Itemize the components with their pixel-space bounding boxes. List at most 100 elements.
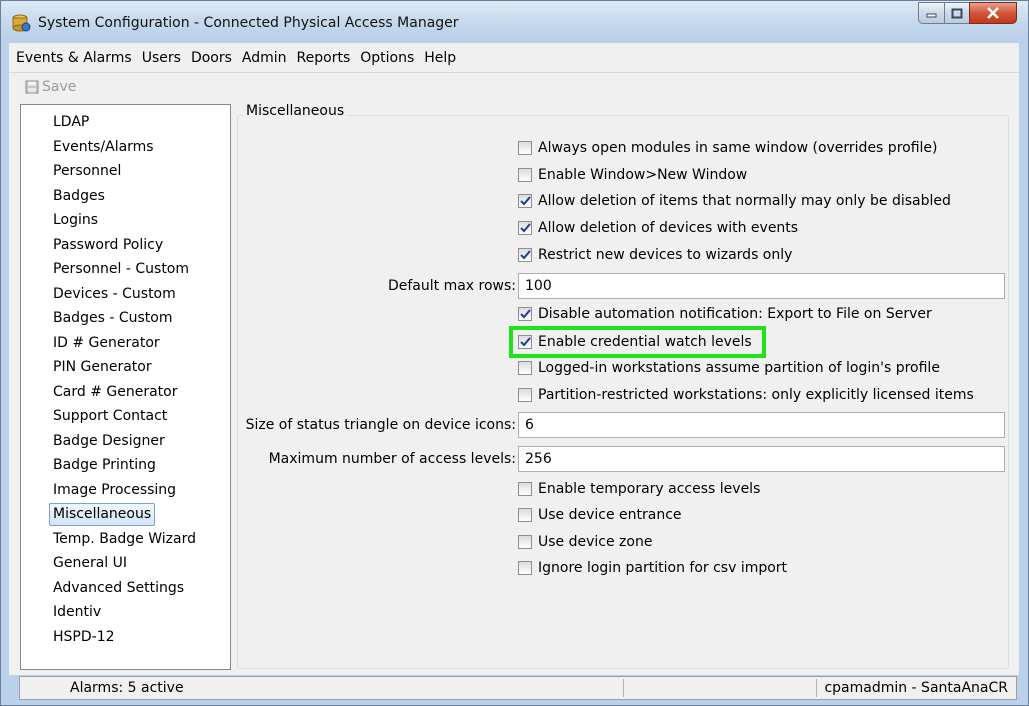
checkbox-checked-icon[interactable]	[518, 194, 532, 208]
checkbox-label: Allow deletion of items that normally ma…	[538, 193, 951, 209]
nav-item-personnel[interactable]: Personnel	[21, 159, 230, 184]
checkbox-ignore-login-partition-for-csv-import[interactable]: Ignore login partition for csv import	[518, 557, 787, 579]
checkbox-enable-temporary-access-levels[interactable]: Enable temporary access levels	[518, 478, 760, 500]
checkbox-unchecked-icon[interactable]	[518, 508, 532, 522]
minimize-button[interactable]	[918, 2, 945, 24]
nav-item-label: Devices - Custom	[53, 285, 176, 302]
nav-item-image-processing[interactable]: Image Processing	[21, 478, 230, 503]
app-window: System Configuration - Connected Physica…	[0, 0, 1029, 706]
settings-category-list[interactable]: LDAP Events/Alarms Personnel Badges Logins Pa…	[20, 104, 231, 670]
nav-item-label: Badges	[53, 187, 105, 204]
status-user: cpamadmin - SantaAnaCR	[824, 680, 1008, 696]
maximize-button[interactable]	[944, 2, 970, 24]
close-icon	[987, 7, 999, 19]
default-max-rows-label: Default max rows:	[387, 278, 516, 294]
checkbox-label: Ignore login partition for csv import	[538, 560, 788, 576]
nav-item-identiv[interactable]: Identiv	[21, 600, 230, 625]
nav-item-ldap[interactable]: LDAP	[21, 110, 230, 135]
nav-item-pin-generator[interactable]: PIN Generator	[21, 355, 230, 380]
nav-item-label: General UI	[53, 555, 127, 571]
status-divider	[623, 679, 624, 697]
nav-item-advanced-settings[interactable]: Advanced Settings	[21, 576, 230, 601]
nav-item-label: Identiv	[53, 604, 102, 620]
menu-reports[interactable]: Reports	[292, 50, 356, 66]
checkbox-label: Use device entrance	[538, 507, 682, 523]
checkbox-label: Partition-restricted workstations: only …	[538, 387, 974, 403]
nav-item-label: Events/Alarms	[53, 138, 154, 155]
nav-item-password-policy[interactable]: Password Policy	[21, 233, 230, 258]
checkbox-partition-restricted-workstations-only-e[interactable]: Partition-restricted workstations: only …	[518, 384, 974, 406]
max-access-levels-input[interactable]: 256	[518, 446, 1005, 472]
checkbox-unchecked-icon[interactable]	[518, 141, 532, 155]
main-area: LDAP Events/Alarms Personnel Badges Logins Pa…	[9, 101, 1019, 675]
checkbox-disable-automation-notification-export-t[interactable]: Disable automation notification: Export …	[518, 303, 932, 325]
nav-item-support-contact[interactable]: Support Contact	[21, 404, 230, 429]
menu-doors[interactable]: Doors	[186, 50, 237, 66]
status-triangle-size-input[interactable]: 6	[518, 412, 1005, 438]
nav-item-badges-custom[interactable]: Badges - Custom	[21, 306, 230, 331]
minimize-icon	[926, 13, 936, 18]
nav-item-id-generator[interactable]: ID # Generator	[21, 331, 230, 356]
checkbox-label: Enable temporary access levels	[538, 481, 761, 497]
menu-help[interactable]: Help	[419, 50, 461, 66]
nav-item-label: ID # Generator	[53, 334, 160, 351]
checkbox-checked-icon[interactable]	[518, 248, 532, 262]
nav-item-personnel-custom[interactable]: Personnel - Custom	[21, 257, 230, 282]
checkbox-restrict-new-devices-to-wizards-only[interactable]: Restrict new devices to wizards only	[518, 244, 792, 266]
save-button[interactable]: Save	[25, 79, 76, 95]
nav-item-label: Card # Generator	[53, 383, 178, 400]
database-app-icon	[12, 14, 31, 32]
status-divider	[816, 679, 817, 697]
checkbox-unchecked-icon[interactable]	[518, 535, 532, 549]
menu-users[interactable]: Users	[137, 50, 186, 66]
checkbox-label: Allow deletion of devices with events	[538, 220, 799, 236]
checkbox-label: Enable Window>New Window	[538, 167, 748, 183]
nav-item-label: Personnel	[53, 163, 122, 179]
checkbox-enable-window-new-window[interactable]: Enable Window>New Window	[518, 164, 747, 186]
checkbox-logged-in-workstations-assume-partition-[interactable]: Logged-in workstations assume partition …	[518, 357, 940, 379]
default-max-rows-input[interactable]: 100	[518, 273, 1005, 299]
checkbox-allow-deletion-of-items-that-normally-ma[interactable]: Allow deletion of items that normally ma…	[518, 190, 951, 212]
menu-bar: Events & Alarms Users Doors Admin Report…	[9, 43, 1019, 73]
highlight-annotation	[509, 326, 766, 358]
title-bar[interactable]: System Configuration - Connected Physica…	[1, 1, 1028, 43]
nav-item-label: HSPD-12	[53, 628, 115, 645]
nav-item-events-alarms[interactable]: Events/Alarms	[21, 135, 230, 160]
nav-item-badges[interactable]: Badges	[21, 184, 230, 209]
nav-item-temp-badge-wizard[interactable]: Temp. Badge Wizard	[21, 527, 230, 552]
toolbar: Save	[9, 73, 1019, 101]
max-access-levels-label: Maximum number of access levels:	[268, 451, 516, 467]
menu-options[interactable]: Options	[355, 50, 419, 66]
status-triangle-size-label: Size of status triangle on device icons:	[245, 417, 516, 433]
nav-item-label: Badge Designer	[53, 432, 165, 449]
nav-item-card-generator[interactable]: Card # Generator	[21, 380, 230, 405]
nav-item-miscellaneous[interactable]: Miscellaneous	[21, 502, 230, 527]
checkbox-unchecked-icon[interactable]	[518, 361, 532, 375]
checkbox-unchecked-icon[interactable]	[518, 482, 532, 496]
nav-item-hspd-12[interactable]: HSPD-12	[21, 625, 230, 650]
checkbox-checked-icon[interactable]	[518, 307, 532, 321]
checkbox-use-device-zone[interactable]: Use device zone	[518, 531, 652, 553]
nav-item-label: Temp. Badge Wizard	[53, 530, 196, 547]
checkbox-allow-deletion-of-devices-with-events[interactable]: Allow deletion of devices with events	[518, 217, 798, 239]
checkbox-always-open-modules-in-same-window-overr[interactable]: Always open modules in same window (over…	[518, 137, 938, 159]
checkbox-label: Logged-in workstations assume partition …	[538, 360, 940, 376]
checkbox-unchecked-icon[interactable]	[518, 561, 532, 575]
nav-item-badge-designer[interactable]: Badge Designer	[21, 429, 230, 454]
menu-events-alarms[interactable]: Events & Alarms	[11, 50, 137, 66]
status-alarms: Alarms: 5 active	[70, 680, 184, 696]
checkbox-unchecked-icon[interactable]	[518, 388, 532, 402]
nav-item-general-ui[interactable]: General UI	[21, 551, 230, 576]
nav-item-badge-printing[interactable]: Badge Printing	[21, 453, 230, 478]
menu-admin[interactable]: Admin	[237, 50, 292, 66]
nav-item-devices-custom[interactable]: Devices - Custom	[21, 282, 230, 307]
status-bar: Alarms: 5 active cpamadmin - SantaAnaCR	[19, 676, 1017, 700]
checkbox-unchecked-icon[interactable]	[518, 168, 532, 182]
checkbox-checked-icon[interactable]	[518, 221, 532, 235]
nav-item-logins[interactable]: Logins	[21, 208, 230, 233]
close-button[interactable]	[969, 2, 1017, 24]
nav-item-label: Personnel - Custom	[53, 261, 190, 277]
checkbox-use-device-entrance[interactable]: Use device entrance	[518, 504, 682, 526]
save-label: Save	[42, 79, 77, 95]
settings-content: Miscellaneous Always open modules in sam…	[233, 101, 1015, 671]
